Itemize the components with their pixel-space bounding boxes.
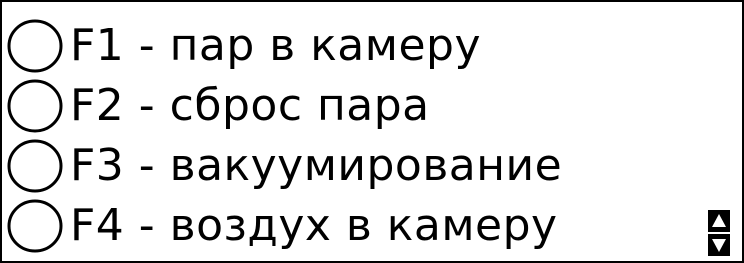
scroll-down-button[interactable] xyxy=(708,234,730,256)
function-label: F4 - воздух в камеру xyxy=(70,200,558,251)
scroll-up-button[interactable] xyxy=(708,210,730,232)
function-menu-screen: F1 - пар в камеру F2 - сброс пара F3 - в… xyxy=(0,0,744,263)
radio-circle-icon[interactable] xyxy=(6,18,68,74)
function-option-f3[interactable]: F3 - вакуумирование xyxy=(6,136,666,196)
function-label: F3 - вакуумирование xyxy=(70,140,563,191)
radio-circle-icon[interactable] xyxy=(6,198,68,254)
triangle-down-icon xyxy=(712,239,726,252)
radio-circle-icon[interactable] xyxy=(6,78,68,134)
function-label: F2 - сброс пара xyxy=(70,80,430,131)
function-option-f2[interactable]: F2 - сброс пара xyxy=(6,76,666,136)
triangle-up-icon xyxy=(712,214,726,227)
function-option-f1[interactable]: F1 - пар в камеру xyxy=(6,16,666,76)
function-label: F1 - пар в камеру xyxy=(70,20,481,71)
function-option-f4[interactable]: F4 - воздух в камеру xyxy=(6,196,666,256)
radio-circle-icon[interactable] xyxy=(6,138,68,194)
